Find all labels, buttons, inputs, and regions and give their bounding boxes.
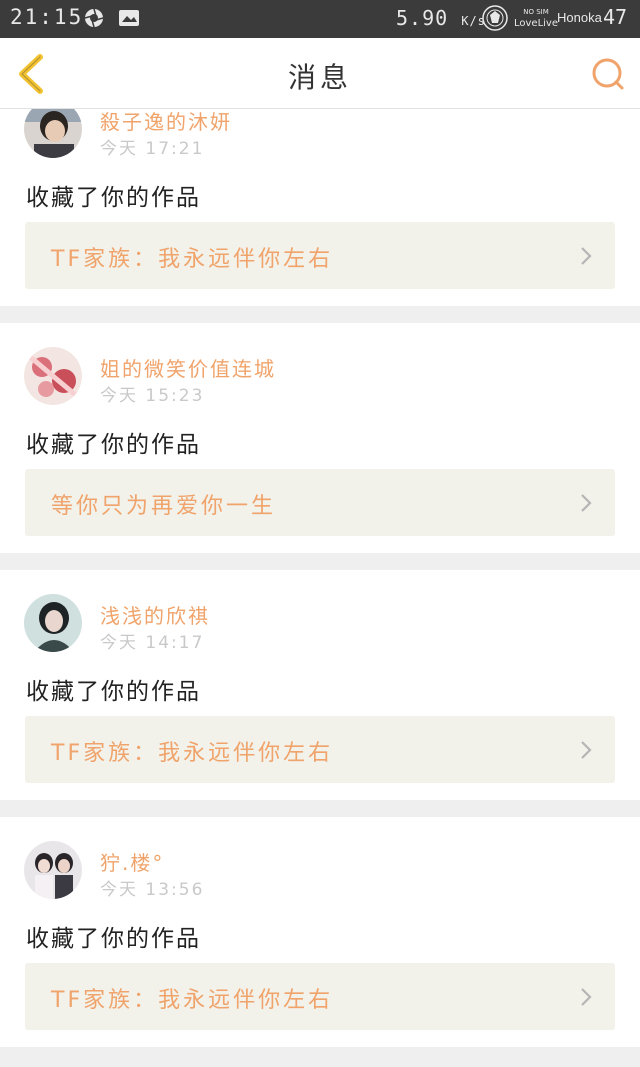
battery-level: 47	[603, 5, 628, 29]
work-title: TF家族：我永远伴你左右	[51, 741, 334, 766]
message-card: 殺子逸的沐妍 今天 17:21 收藏了你的作品 TF家族：我永远伴你左右	[0, 76, 640, 306]
sim-sub: LoveLive	[514, 18, 559, 29]
work-title: TF家族：我永远伴你左右	[51, 988, 334, 1013]
status-bar: 21:15 5.90 K/s NO SIM LoveLive Honoka 47	[0, 0, 640, 38]
work-link[interactable]: TF家族：我永远伴你左右	[25, 963, 615, 1030]
sim-status: NO SIM LoveLive	[514, 7, 558, 29]
message-card: 浅浅的欣祺 今天 14:17 收藏了你的作品 TF家族：我永远伴你左右	[0, 570, 640, 800]
message-time: 今天 13:56	[100, 880, 205, 900]
search-icon[interactable]	[588, 54, 628, 94]
action-text: 收藏了你的作品	[26, 432, 201, 458]
image-notification-icon	[119, 10, 139, 26]
page-title: 消息	[287, 61, 352, 94]
work-link[interactable]: TF家族：我永远伴你左右	[25, 222, 615, 289]
username[interactable]: 浅浅的欣祺	[100, 600, 210, 629]
top-bar: 消息	[0, 38, 640, 109]
message-time: 今天 14:17	[100, 633, 205, 653]
user-avatar[interactable]	[24, 594, 82, 652]
chevron-right-icon	[581, 247, 592, 265]
chevron-right-icon	[581, 494, 592, 512]
action-text: 收藏了你的作品	[26, 926, 201, 952]
message-time: 今天 17:21	[100, 139, 205, 159]
username[interactable]: 狞.楼°	[100, 847, 164, 876]
message-card: 狞.楼° 今天 13:56 收藏了你的作品 TF家族：我永远伴你左右	[0, 817, 640, 1047]
network-speed: 5.90 K/s	[396, 6, 486, 30]
work-link[interactable]: TF家族：我永远伴你左右	[25, 716, 615, 783]
username[interactable]: 姐的微笑价值连城	[100, 353, 276, 382]
chevron-right-icon	[581, 741, 592, 759]
aperture-icon	[84, 8, 104, 28]
work-title: TF家族：我永远伴你左右	[51, 247, 334, 272]
action-text: 收藏了你的作品	[26, 679, 201, 705]
work-link[interactable]: 等你只为再爱你一生	[25, 469, 615, 536]
network-speed-value: 5.90	[396, 6, 449, 30]
carrier-name: Honoka	[557, 10, 602, 25]
message-card: 姐的微笑价值连城 今天 15:23 收藏了你的作品 等你只为再爱你一生	[0, 323, 640, 553]
work-title: 等你只为再爱你一生	[51, 494, 277, 519]
message-time: 今天 15:23	[100, 386, 205, 406]
clock: 21:15	[10, 5, 84, 29]
username[interactable]: 殺子逸的沐妍	[100, 106, 232, 135]
user-avatar[interactable]	[24, 347, 82, 405]
sim-label: NO SIM	[523, 8, 549, 16]
action-text: 收藏了你的作品	[26, 185, 201, 211]
chevron-right-icon	[581, 988, 592, 1006]
user-avatar[interactable]	[24, 841, 82, 899]
emblem-icon	[482, 5, 508, 31]
